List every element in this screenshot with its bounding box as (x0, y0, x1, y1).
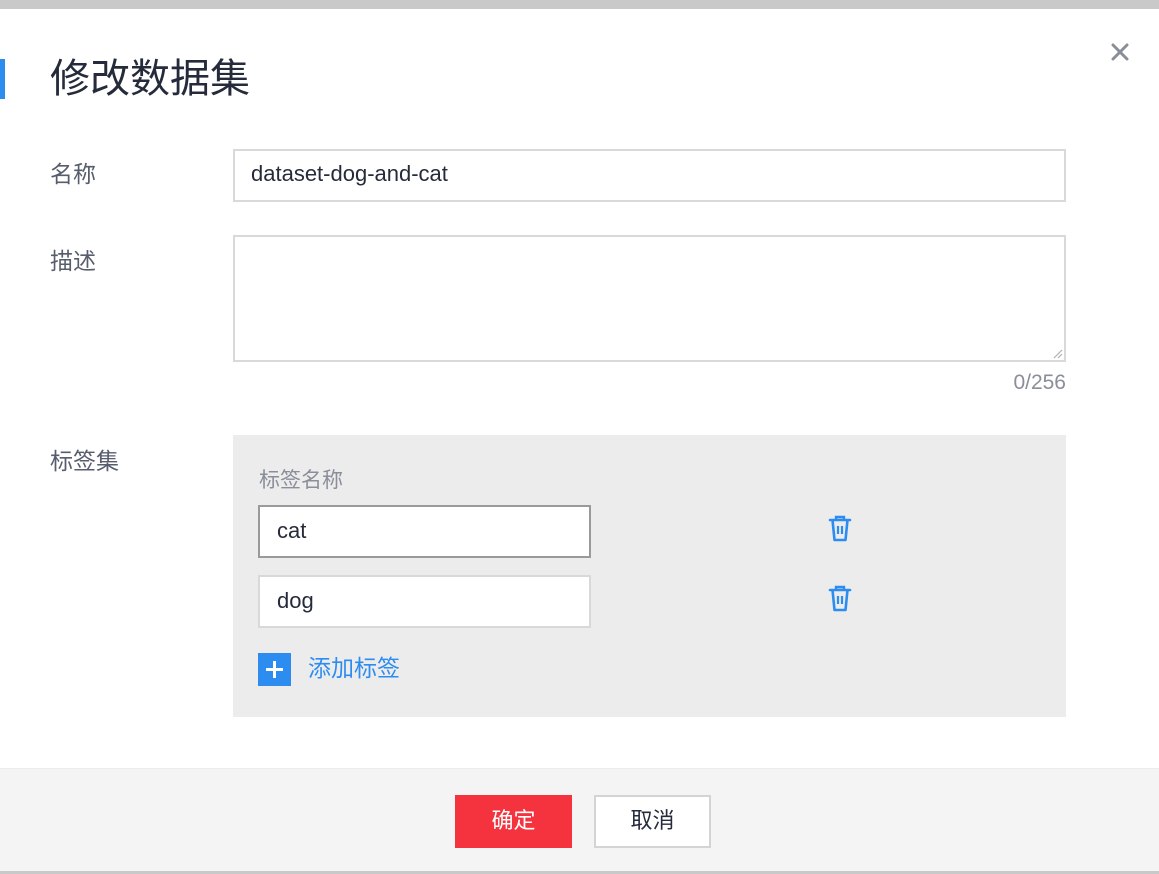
edit-dataset-dialog: 修改数据集 名称 dataset-dog-and-cat 描述 0/256 标签… (0, 9, 1159, 874)
description-label: 描述 (50, 249, 96, 275)
trash-icon[interactable] (827, 515, 853, 543)
name-label: 名称 (50, 162, 96, 188)
label-input-dog[interactable]: dog (258, 575, 591, 628)
dialog-footer: 确定 取消 (0, 768, 1159, 874)
label-input-cat[interactable]: cat (258, 505, 591, 558)
description-char-count: 0/256 (1013, 371, 1066, 394)
label-name-column-header: 标签名称 (259, 468, 343, 492)
title-accent-bar (0, 59, 5, 99)
description-textarea[interactable] (233, 235, 1066, 362)
trash-icon[interactable] (827, 585, 853, 613)
resize-handle-icon[interactable] (1053, 349, 1063, 359)
dialog-title: 修改数据集 (50, 56, 250, 102)
backdrop-top-edge (0, 0, 1159, 9)
add-label-text: 添加标签 (308, 656, 400, 682)
label-set-panel: 标签名称 cat dog 添加标签 (233, 435, 1066, 717)
plus-icon (258, 652, 291, 686)
name-input[interactable]: dataset-dog-and-cat (233, 149, 1066, 202)
label-set-label: 标签集 (50, 449, 119, 475)
close-icon[interactable] (1106, 38, 1134, 66)
cancel-button[interactable]: 取消 (594, 795, 711, 848)
add-label-button[interactable]: 添加标签 (258, 652, 400, 686)
confirm-button[interactable]: 确定 (455, 795, 572, 848)
